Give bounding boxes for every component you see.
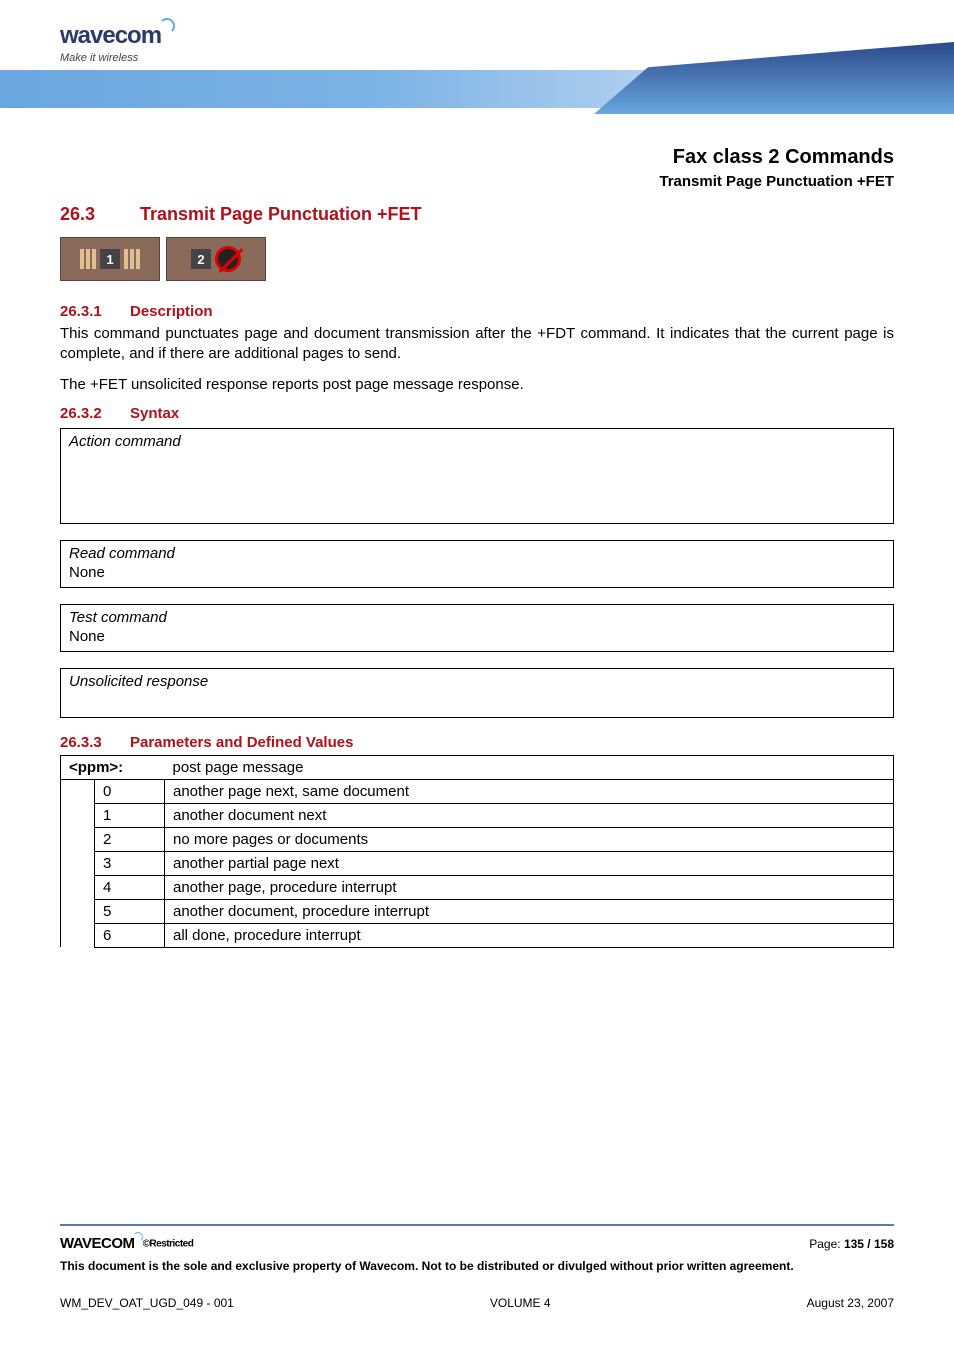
title-block: Fax class 2 Commands Transmit Page Punct… <box>60 146 894 190</box>
param-code: 4 <box>95 875 165 899</box>
table-row: 6 all done, procedure interrupt <box>61 923 894 947</box>
action-command-box: Action command <box>60 428 894 524</box>
description-number: 26.3.1 <box>60 303 130 320</box>
footer-disclaimer: This document is the sole and exclusive … <box>60 1258 894 1274</box>
footer-volume: VOLUME 4 <box>490 1296 551 1310</box>
logo-block: wavecom Make it wireless <box>60 18 175 64</box>
test-command-box: Test command None <box>60 604 894 652</box>
footer-doc-id: WM_DEV_OAT_UGD_049 - 001 <box>60 1296 234 1310</box>
capability-badge-2: 2 <box>166 237 266 281</box>
table-row: 1 another document next <box>61 803 894 827</box>
table-row: 0 another page next, same document <box>61 779 894 803</box>
bars-icon <box>124 249 140 269</box>
section-heading: 26.3Transmit Page Punctuation +FET <box>60 204 894 225</box>
page-footer: WAVECOM ©Restricted Page: 135 / 158 This … <box>60 1224 894 1310</box>
param-value-desc: another partial page next <box>165 851 894 875</box>
param-value-desc: another document next <box>165 803 894 827</box>
header-swoosh-dark <box>594 42 954 114</box>
footer-divider <box>60 1224 894 1226</box>
unsolicited-response-label: Unsolicited response <box>69 673 885 690</box>
param-name: <ppm>: <box>69 759 123 776</box>
parameters-heading: 26.3.3Parameters and Defined Values <box>60 734 894 751</box>
param-code: 3 <box>95 851 165 875</box>
section-number: 26.3 <box>60 204 140 225</box>
bars-icon <box>80 249 96 269</box>
unsolicited-response-box: Unsolicited response <box>60 668 894 718</box>
test-command-label: Test command <box>69 609 885 626</box>
read-command-value: None <box>69 564 885 581</box>
param-value-desc: another page, procedure interrupt <box>165 875 894 899</box>
param-code: 0 <box>95 779 165 803</box>
logo-swirl-icon <box>159 18 175 34</box>
param-code: 5 <box>95 899 165 923</box>
param-value-desc: another document, procedure interrupt <box>165 899 894 923</box>
parameters-table: <ppm>: post page message 0 another page … <box>60 755 894 948</box>
syntax-title: Syntax <box>130 405 179 422</box>
footer-logo-text: WAVECOM <box>60 1235 135 1252</box>
footer-page-label: Page: <box>809 1237 844 1251</box>
read-command-label: Read command <box>69 545 885 562</box>
description-para-2: The +FET unsolicited response reports po… <box>60 375 894 395</box>
param-value-desc: another page next, same document <box>165 779 894 803</box>
parameters-number: 26.3.3 <box>60 734 130 751</box>
action-command-label: Action command <box>69 433 885 450</box>
table-row: <ppm>: post page message <box>61 755 894 779</box>
page-header: wavecom Make it wireless <box>0 0 954 140</box>
page-content: Fax class 2 Commands Transmit Page Punct… <box>0 146 954 948</box>
capability-badge-1: 1 <box>60 237 160 281</box>
param-value-desc: no more pages or documents <box>165 827 894 851</box>
title-main: Fax class 2 Commands <box>60 146 894 169</box>
footer-date: August 23, 2007 <box>807 1296 894 1310</box>
footer-row-top: WAVECOM ©Restricted Page: 135 / 158 <box>60 1232 894 1252</box>
param-name-cell: <ppm>: <box>61 755 165 779</box>
title-sub: Transmit Page Punctuation +FET <box>60 173 894 190</box>
table-row: 5 another document, procedure interrupt <box>61 899 894 923</box>
test-command-value: None <box>69 628 885 645</box>
footer-page-value: 135 / 158 <box>844 1237 894 1251</box>
param-code: 6 <box>95 923 165 947</box>
syntax-number: 26.3.2 <box>60 405 130 422</box>
description-title: Description <box>130 303 213 320</box>
logo-tagline: Make it wireless <box>60 52 175 64</box>
logo-text: wavecom <box>60 18 175 50</box>
description-para-1: This command punctuates page and documen… <box>60 324 894 365</box>
indent-cell <box>61 779 95 947</box>
param-desc-cell: post page message <box>165 755 894 779</box>
badge-number-1: 1 <box>100 249 120 269</box>
param-value-desc: all done, procedure interrupt <box>165 923 894 947</box>
forbidden-icon <box>215 246 241 272</box>
footer-row-bottom: WM_DEV_OAT_UGD_049 - 001 VOLUME 4 August… <box>60 1296 894 1310</box>
logo-word: wavecom <box>60 22 161 49</box>
table-row: 4 another page, procedure interrupt <box>61 875 894 899</box>
table-row: 2 no more pages or documents <box>61 827 894 851</box>
capability-icons: 1 2 <box>60 237 894 281</box>
table-row: 3 another partial page next <box>61 851 894 875</box>
badge-number-2: 2 <box>191 249 211 269</box>
footer-page: Page: 135 / 158 <box>809 1237 894 1251</box>
footer-restricted: ©Restricted <box>143 1238 194 1249</box>
description-heading: 26.3.1Description <box>60 303 894 320</box>
param-code: 1 <box>95 803 165 827</box>
param-code: 2 <box>95 827 165 851</box>
parameters-title: Parameters and Defined Values <box>130 734 353 751</box>
syntax-heading: 26.3.2Syntax <box>60 405 894 422</box>
read-command-box: Read command None <box>60 540 894 588</box>
logo-swirl-icon <box>133 1232 143 1242</box>
footer-logo: WAVECOM ©Restricted <box>60 1232 193 1252</box>
section-title: Transmit Page Punctuation +FET <box>140 204 422 224</box>
